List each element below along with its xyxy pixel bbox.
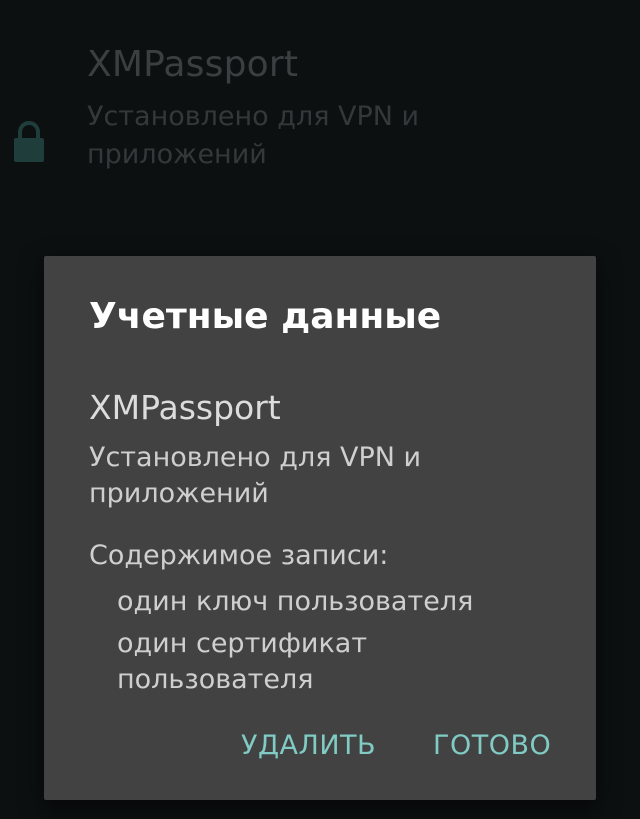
credential-list-item-title: XMPassport (87, 44, 299, 85)
credential-list-item-subtitle: Установлено для VPN и приложений (87, 101, 420, 170)
delete-button[interactable]: УДАЛИТЬ (241, 730, 376, 761)
contents-label: Содержимое записи: (89, 540, 389, 571)
contents-item-user-certificate: один сертификат пользователя (117, 628, 368, 695)
credential-installed-for: Установлено для VPN и приложений (89, 442, 422, 509)
credential-details-dialog: Учетные данные XMPassport Установлено дл… (44, 256, 596, 800)
done-button[interactable]: ГОТОВО (433, 730, 551, 761)
dialog-title: Учетные данные (89, 296, 442, 337)
contents-item-user-key: один ключ пользователя (117, 586, 474, 617)
credential-name: XMPassport (89, 388, 281, 427)
lock-icon (14, 121, 44, 162)
